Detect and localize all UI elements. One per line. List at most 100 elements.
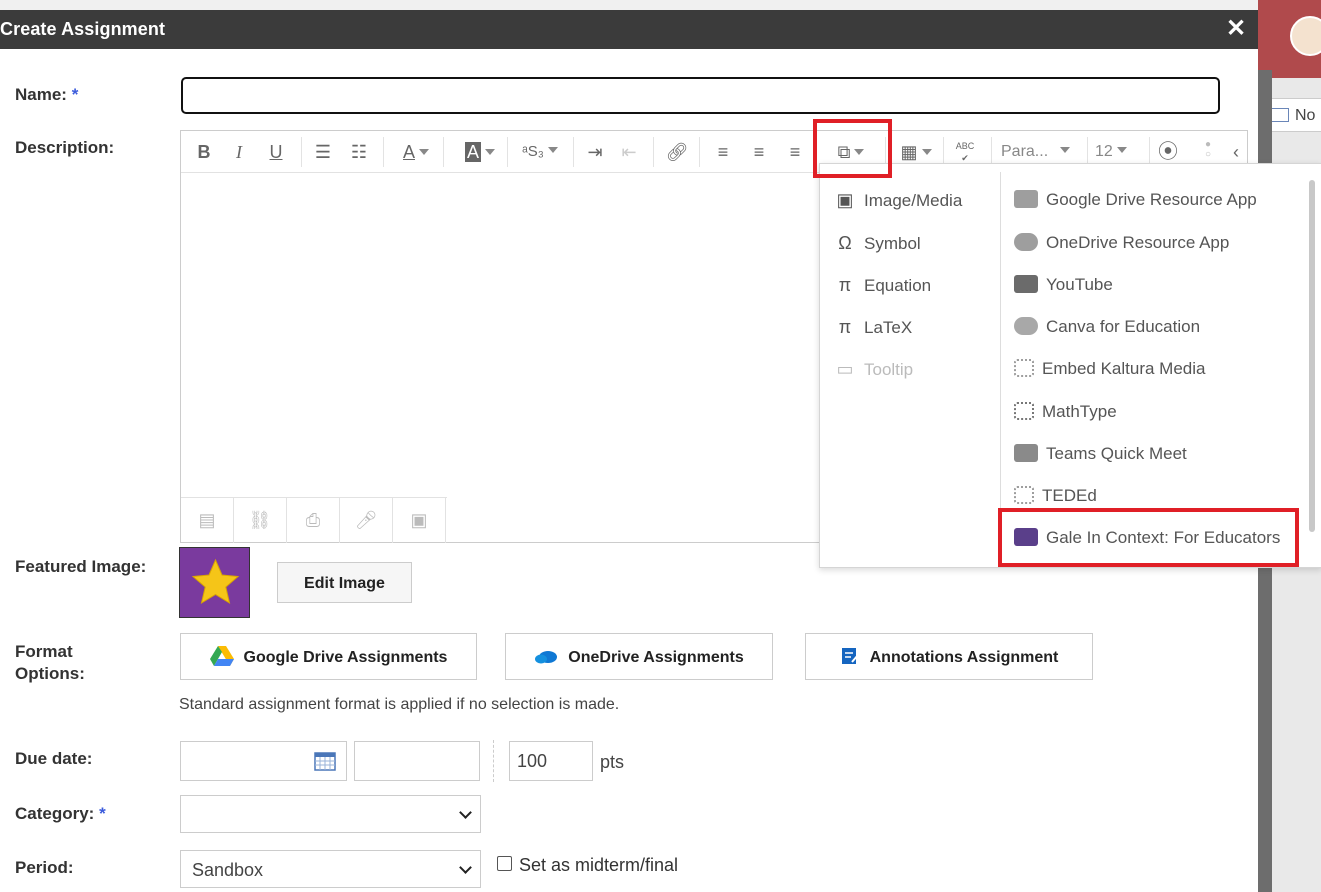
chevron-left-icon[interactable]: ‹ bbox=[1227, 140, 1245, 164]
align-center-icon[interactable]: ≡ bbox=[747, 140, 771, 164]
category-select[interactable] bbox=[180, 795, 481, 833]
code-view-icon[interactable]: ▤ bbox=[181, 498, 234, 543]
spellcheck-icon[interactable]: ABC ✔ bbox=[953, 140, 977, 164]
insert-menu-item-label: Image/Media bbox=[864, 191, 963, 210]
annotations-assignment-button[interactable]: Annotations Assignment bbox=[805, 633, 1093, 680]
insert-menu-item[interactable]: ▣ Image/Media bbox=[834, 190, 962, 211]
insert-menu-app-item[interactable]: Teams Quick Meet bbox=[1014, 444, 1187, 464]
font-size-dropdown[interactable]: 12 bbox=[1095, 140, 1141, 164]
record-video-icon[interactable]: ▣ bbox=[393, 498, 446, 543]
insert-menu-item: ▭ Tooltip bbox=[834, 359, 913, 380]
period-select[interactable]: Sandbox bbox=[180, 850, 481, 888]
chevron-down-icon bbox=[459, 861, 472, 874]
insert-menu-app-item[interactable]: MathType bbox=[1014, 402, 1117, 422]
menu-divider bbox=[1000, 172, 1001, 564]
menu-scrollbar[interactable] bbox=[1309, 180, 1315, 532]
insert-menu-app-label: MathType bbox=[1042, 402, 1117, 421]
print-icon[interactable]: ⎙ bbox=[287, 498, 340, 543]
paragraph-format-dropdown[interactable]: Para... bbox=[1001, 140, 1081, 164]
omega-icon: Ω bbox=[838, 233, 852, 253]
insert-menu-app-item[interactable]: Google Drive Resource App bbox=[1014, 190, 1257, 210]
mathtype-icon bbox=[1014, 402, 1034, 420]
name-input[interactable] bbox=[181, 77, 1220, 114]
due-time-input[interactable] bbox=[354, 741, 480, 781]
image-icon: ▣ bbox=[836, 190, 854, 210]
indent-icon[interactable]: ⇥ bbox=[583, 140, 607, 164]
insert-menu-app-label: Canva for Education bbox=[1046, 317, 1201, 336]
annotations-assignment-label: Annotations Assignment bbox=[869, 649, 1059, 666]
insert-menu-item[interactable]: π Equation bbox=[834, 275, 931, 296]
format-options-label: Format Options: bbox=[15, 641, 85, 685]
onedrive-icon bbox=[1014, 233, 1038, 251]
insert-menu-app-label: Google Drive Resource App bbox=[1046, 190, 1257, 209]
paragraph-format-value: Para... bbox=[1001, 143, 1049, 160]
dialog-header: Create Assignment ✕ bbox=[0, 10, 1258, 49]
featured-image-label: Featured Image: bbox=[15, 557, 147, 576]
insert-menu-item[interactable]: Ω Symbol bbox=[834, 233, 921, 254]
google-drive-icon bbox=[209, 646, 234, 666]
insert-menu-item[interactable]: π LaTeX bbox=[834, 317, 912, 338]
youtube-icon bbox=[1014, 275, 1038, 293]
toolbar-separator bbox=[301, 137, 302, 167]
google-drive-icon bbox=[1014, 190, 1038, 208]
format-helper-text: Standard assignment format is applied if… bbox=[179, 696, 620, 713]
more-options-icon[interactable]: ● ○ bbox=[1199, 140, 1217, 164]
insert-menu-app-label: Teams Quick Meet bbox=[1046, 444, 1187, 463]
points-input[interactable]: 100 bbox=[509, 741, 593, 781]
superscript-subscript-icon[interactable]: ᵃS₃ bbox=[515, 140, 565, 164]
required-indicator: * bbox=[99, 804, 106, 823]
background-color-icon[interactable]: A bbox=[455, 140, 505, 164]
toolbar-separator bbox=[699, 137, 700, 167]
font-size-value: 12 bbox=[1095, 143, 1113, 160]
outdent-icon: ⇤ bbox=[621, 142, 637, 162]
midterm-checkbox[interactable] bbox=[497, 856, 512, 871]
toolbar-separator bbox=[573, 137, 574, 167]
link-icon[interactable]: ⛓︎ bbox=[234, 498, 287, 543]
name-label: Name: * bbox=[15, 85, 78, 105]
toolbar-separator bbox=[507, 137, 508, 167]
insert-menu-app-item[interactable]: OneDrive Resource App bbox=[1014, 233, 1229, 253]
gale-item-highlight bbox=[998, 508, 1299, 567]
category-label: Category: * bbox=[15, 804, 106, 824]
numbered-list-icon[interactable]: ☷ bbox=[347, 140, 371, 164]
align-left-icon[interactable]: ≡ bbox=[711, 140, 735, 164]
onedrive-assignments-button[interactable]: OneDrive Assignments bbox=[505, 633, 773, 680]
star-icon bbox=[191, 558, 240, 605]
midterm-label[interactable]: Set as midterm/final bbox=[519, 855, 678, 876]
envelope-icon bbox=[1269, 108, 1289, 122]
align-right-icon[interactable]: ≡ bbox=[783, 140, 807, 164]
text-color-icon[interactable]: A bbox=[393, 140, 439, 164]
canva-icon bbox=[1014, 317, 1038, 335]
toolbar-separator bbox=[443, 137, 444, 167]
kaltura-icon bbox=[1014, 359, 1034, 377]
period-value: Sandbox bbox=[192, 860, 264, 880]
bulleted-list-icon[interactable]: ☰ bbox=[311, 140, 335, 164]
description-label: Description: bbox=[15, 138, 115, 157]
insert-menu-item-label: Symbol bbox=[864, 234, 921, 253]
onedrive-icon bbox=[535, 651, 558, 664]
google-drive-assignments-button[interactable]: Google Drive Assignments bbox=[180, 633, 477, 680]
underline-button[interactable]: U bbox=[265, 140, 287, 164]
format-options-label-line1: Format bbox=[15, 642, 73, 661]
insert-menu-app-label: YouTube bbox=[1046, 275, 1113, 294]
record-audio-icon[interactable]: 🎤︎ bbox=[340, 498, 393, 543]
pi-icon: π bbox=[838, 317, 852, 337]
accessibility-icon[interactable]: ⦿ bbox=[1155, 140, 1181, 164]
chevron-down-icon bbox=[459, 806, 472, 819]
google-drive-assignments-label: Google Drive Assignments bbox=[243, 649, 448, 666]
insert-menu-app-item[interactable]: TEDEd bbox=[1014, 486, 1097, 506]
insert-menu-app-item[interactable]: Canva for Education bbox=[1014, 317, 1200, 337]
edit-image-button[interactable]: Edit Image bbox=[277, 562, 412, 603]
calendar-icon bbox=[314, 752, 336, 771]
teams-icon bbox=[1014, 444, 1038, 462]
insert-menu-app-item[interactable]: YouTube bbox=[1014, 275, 1113, 295]
italic-button[interactable]: I bbox=[229, 140, 249, 164]
teded-icon bbox=[1014, 486, 1034, 504]
insert-menu-app-item[interactable]: Embed Kaltura Media bbox=[1014, 359, 1205, 379]
category-label-text: Category: bbox=[15, 804, 95, 823]
due-date-input[interactable] bbox=[180, 741, 347, 781]
link-icon[interactable]: 🔗︎ bbox=[665, 140, 689, 164]
bold-button[interactable]: B bbox=[193, 140, 215, 164]
close-icon[interactable]: ✕ bbox=[1226, 14, 1246, 43]
table-icon[interactable]: ▦ bbox=[895, 140, 937, 164]
